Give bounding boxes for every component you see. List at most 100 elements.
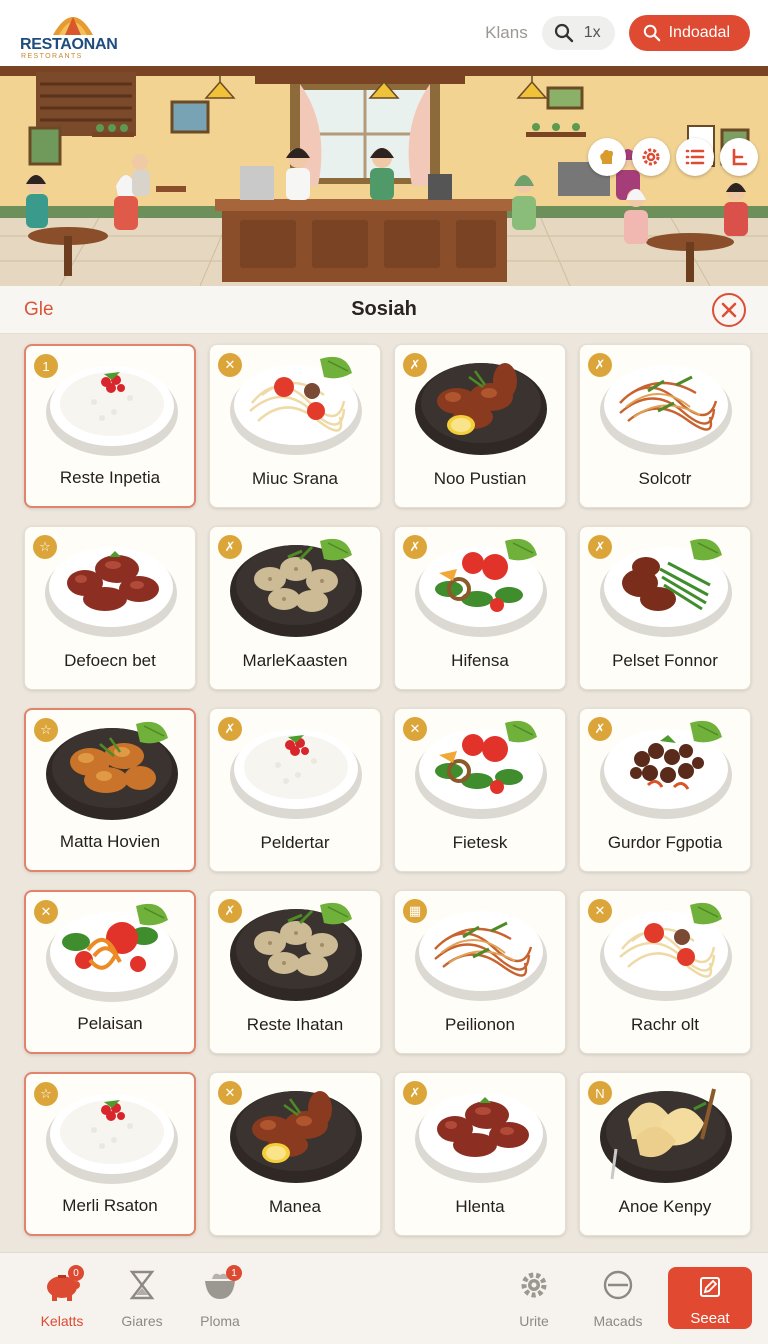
nav-urite-label: Urite xyxy=(519,1313,549,1329)
menu-card[interactable]: ✗ Pelset Fonnor xyxy=(579,526,751,690)
settings-button[interactable] xyxy=(632,138,670,176)
logo-emblem-icon xyxy=(53,17,93,35)
menu-card[interactable]: N Anoe Kenpy xyxy=(579,1072,751,1236)
menu-card-badge: 1 xyxy=(34,354,58,378)
menu-card-name: Miuc Srana xyxy=(252,469,338,488)
nav-macads-label: Macads xyxy=(593,1313,643,1329)
menu-card-badge: ✕ xyxy=(218,1081,242,1105)
dish-image xyxy=(600,902,732,1001)
menu-card-name: Peldertar xyxy=(260,833,330,852)
minus-circle-icon xyxy=(603,1270,633,1300)
menu-card-badge: ☆ xyxy=(34,1082,58,1106)
logo-subtitle: RESTORANTS xyxy=(21,53,83,60)
menu-card[interactable]: ✕ Manea xyxy=(209,1072,381,1236)
menu-card[interactable]: ✕ Pelaisan xyxy=(24,890,196,1054)
gear-icon xyxy=(521,1272,547,1298)
menu-card[interactable]: ☆ Defoecn bet xyxy=(24,526,196,690)
menu-card[interactable]: ✕ Fietesk xyxy=(394,708,566,872)
dish-image xyxy=(46,721,178,820)
menu-card-name: Pelset Fonnor xyxy=(612,651,718,670)
dish-image xyxy=(415,538,547,637)
seat-button-label: Seeat xyxy=(690,1310,730,1327)
menu-card-badge: ✗ xyxy=(588,353,612,377)
dish-image xyxy=(415,363,547,455)
nav-ploma[interactable]: 1 Ploma xyxy=(178,1265,262,1329)
indoadal-label: Indoadal xyxy=(668,24,730,41)
menu-card[interactable]: 1 Reste Inpetia xyxy=(24,344,196,508)
menu-card-badge: ✗ xyxy=(588,535,612,559)
dish-image xyxy=(230,356,362,455)
menu-card[interactable]: ☆ Merli Rsaton xyxy=(24,1072,196,1236)
menu-grid: 1 Reste Inpetia ✕ Miuc Srana ✗ Noo Pustian ✗ So… xyxy=(24,344,751,1236)
menu-card[interactable]: ✕ Miuc Srana xyxy=(209,344,381,508)
menu-card[interactable]: ▦ Peilionon xyxy=(394,890,566,1054)
menu-card-badge: ✕ xyxy=(403,717,427,741)
dish-image xyxy=(46,903,178,1002)
restaurant-logo[interactable]: RESTAONAN RESTORANTS xyxy=(20,3,124,63)
seat-button[interactable]: Seeat xyxy=(668,1267,752,1329)
restaurant-scene[interactable] xyxy=(0,66,768,286)
panel-back-link[interactable]: Gle xyxy=(24,299,54,321)
nav-giares[interactable]: Giares xyxy=(100,1267,184,1329)
menu-card-name: Reste Inpetia xyxy=(59,468,161,487)
nav-kelatts-badge: 0 xyxy=(68,1265,84,1281)
menu-panel-header: Gle Sosiah xyxy=(0,286,768,334)
dish-image xyxy=(46,366,178,456)
dish-image xyxy=(46,1094,178,1184)
menu-card-name: Reste Ihatan xyxy=(246,1015,344,1034)
menu-card-badge: ✗ xyxy=(403,535,427,559)
menu-card-badge: ✕ xyxy=(218,353,242,377)
menu-card-name: Anoe Kenpy xyxy=(618,1197,712,1216)
exit-button[interactable] xyxy=(720,138,758,176)
chef-hat-icon xyxy=(600,149,613,164)
menu-card-badge: ✗ xyxy=(218,535,242,559)
menu-card-name: Hlenta xyxy=(455,1197,505,1216)
nav-kelatts-label: Kelatts xyxy=(40,1313,84,1329)
dish-image xyxy=(415,1093,547,1183)
menu-card-name: Merli Rsaton xyxy=(62,1196,158,1215)
menu-card[interactable]: ✗ Peldertar xyxy=(209,708,381,872)
chef-hat-button[interactable] xyxy=(588,138,626,176)
clans-link[interactable]: Klans xyxy=(485,23,528,43)
menu-card[interactable]: ✗ Solcotr xyxy=(579,344,751,508)
menu-card[interactable]: ✗ MarleKaasten xyxy=(209,526,381,690)
menu-card-name: Rachr olt xyxy=(630,1015,700,1034)
indoadal-button[interactable]: Indoadal xyxy=(628,15,750,51)
dish-image xyxy=(600,365,732,455)
nav-ploma-badge: 1 xyxy=(226,1265,242,1281)
menu-card[interactable]: ✗ Reste Ihatan xyxy=(209,890,381,1054)
menu-card-badge: N xyxy=(588,1081,612,1105)
menu-card[interactable]: ✗ Hifensa xyxy=(394,526,566,690)
dish-image xyxy=(600,1088,732,1183)
nav-kelatts[interactable]: 0 Kelatts xyxy=(20,1265,104,1329)
menu-card-badge: ✗ xyxy=(588,717,612,741)
hourglass-icon xyxy=(129,1270,155,1300)
dish-image xyxy=(230,1091,362,1183)
zoom-search-pill[interactable]: 1x xyxy=(541,16,615,50)
menu-card[interactable]: ☆ Matta Hovien xyxy=(24,708,196,872)
search-icon xyxy=(554,23,573,43)
nav-giares-label: Giares xyxy=(121,1313,163,1329)
list-button[interactable] xyxy=(676,138,714,176)
menu-card[interactable]: ✗ Hlenta xyxy=(394,1072,566,1236)
nav-ploma-label: Ploma xyxy=(200,1313,240,1329)
nav-urite[interactable]: Urite xyxy=(492,1267,576,1329)
edit-icon xyxy=(700,1277,720,1297)
menu-card[interactable]: ✕ Rachr olt xyxy=(579,890,751,1054)
exit-icon xyxy=(732,148,748,166)
zoom-level: 1x xyxy=(583,24,601,41)
menu-card[interactable]: ✗ Gurdor Fgpotia xyxy=(579,708,751,872)
menu-card-name: Defoecn bet xyxy=(64,651,156,670)
gear-icon xyxy=(642,148,660,166)
bottom-nav: 0 Kelatts Giares 1 Ploma Urite Macads Se… xyxy=(0,1252,768,1344)
menu-card-badge: ▦ xyxy=(403,899,427,923)
menu-card-name: Gurdor Fgpotia xyxy=(607,833,723,852)
menu-card-name: Peilionon xyxy=(445,1015,515,1034)
menu-card-badge: ✗ xyxy=(403,353,427,377)
menu-card-name: Solcotr xyxy=(638,469,692,488)
menu-card[interactable]: ✗ Noo Pustian xyxy=(394,344,566,508)
nav-macads[interactable]: Macads xyxy=(576,1267,660,1329)
close-button[interactable] xyxy=(712,293,746,327)
search-icon xyxy=(643,24,660,42)
menu-card-name: Noo Pustian xyxy=(433,469,527,488)
